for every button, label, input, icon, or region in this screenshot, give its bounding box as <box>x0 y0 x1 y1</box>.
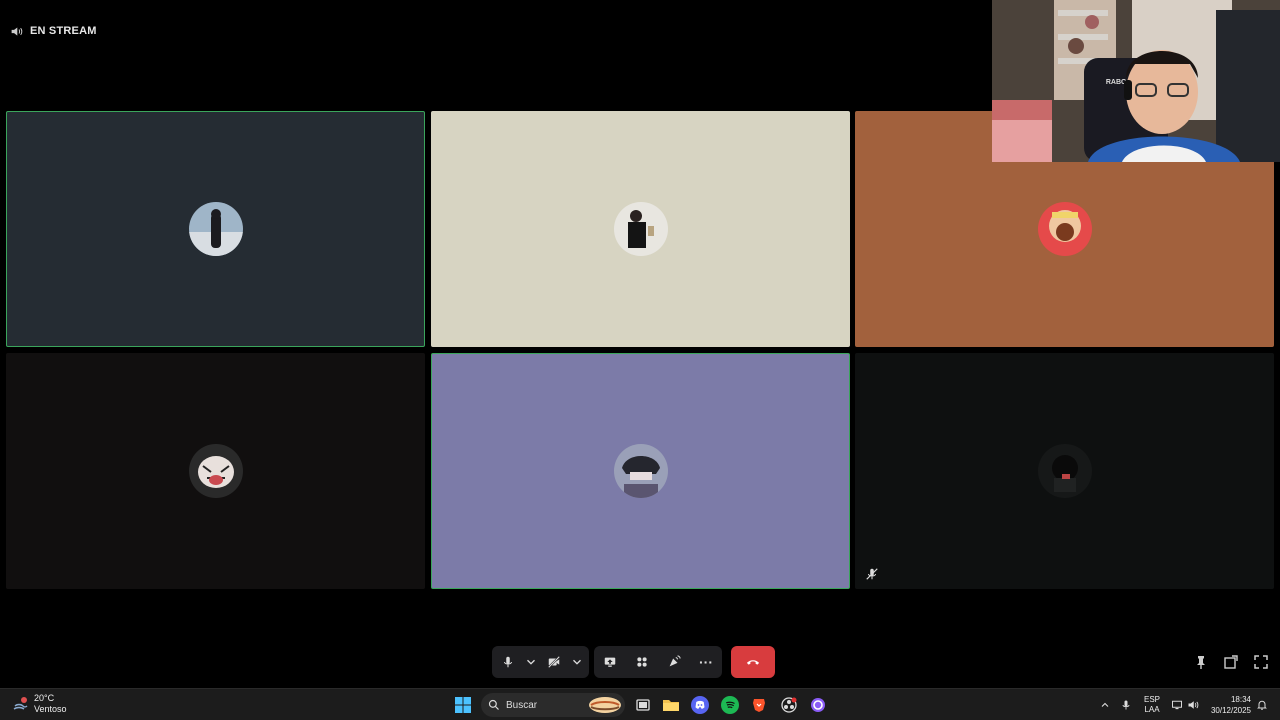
taskbar-search[interactable]: Buscar <box>481 693 625 717</box>
camera-off-icon <box>548 656 560 668</box>
start-button[interactable] <box>454 696 472 714</box>
mic-button[interactable] <box>492 646 524 678</box>
chevron-down-icon <box>573 659 581 665</box>
search-placeholder: Buscar <box>506 699 538 711</box>
weather-widget[interactable]: 20°C Ventoso <box>12 693 67 715</box>
bell-icon <box>1257 700 1267 710</box>
participant-tile-4[interactable] <box>6 353 425 589</box>
screen-share-icon <box>604 657 616 667</box>
task-view-button[interactable] <box>634 696 652 714</box>
chevron-down-icon <box>527 659 535 665</box>
volume-button[interactable] <box>1184 696 1202 714</box>
app-button[interactable] <box>809 696 827 714</box>
popout-button[interactable] <box>1223 654 1239 670</box>
camera-button[interactable] <box>538 646 570 678</box>
view-controls <box>1193 654 1269 670</box>
activities-button[interactable] <box>626 646 658 678</box>
tray-mic-button[interactable] <box>1117 696 1135 714</box>
hang-up-icon <box>746 660 760 665</box>
participant-tile-6[interactable] <box>855 353 1274 589</box>
weather-desc: Ventoso <box>34 704 67 714</box>
speaker-icon <box>11 26 23 36</box>
circle-app-icon <box>811 698 825 712</box>
stream-label-text: EN STREAM <box>30 25 97 37</box>
camera-options-button[interactable] <box>570 646 584 678</box>
network-icon <box>1172 700 1182 710</box>
participant-avatar <box>188 202 243 256</box>
windows-icon <box>455 697 471 713</box>
participant-avatar <box>613 444 668 498</box>
participant-tile-2[interactable] <box>431 111 850 347</box>
discord-icon <box>695 700 705 709</box>
webcam-overlay: RABOATIET <box>992 0 1280 162</box>
weather-temp: 20°C <box>34 693 55 703</box>
language-indicator[interactable]: ESP LAA <box>1144 695 1160 715</box>
search-icon <box>488 699 499 710</box>
fullscreen-icon <box>1254 655 1268 669</box>
obs-icon <box>781 697 797 713</box>
clock-date: 30/12/2025 <box>1210 706 1251 715</box>
chevron-up-icon <box>1101 702 1109 707</box>
leave-call-button[interactable] <box>731 646 775 678</box>
pin-icon <box>1197 656 1205 669</box>
weather-icon <box>13 697 28 710</box>
more-options-button[interactable]: ··· <box>690 646 722 678</box>
discord-button[interactable] <box>691 696 709 714</box>
call-controls-right: ··· <box>594 646 722 678</box>
search-highlight-icon <box>589 697 621 713</box>
file-explorer-button[interactable] <box>662 696 680 714</box>
activities-icon <box>637 657 647 667</box>
call-controls-left <box>492 646 589 678</box>
spotify-icon <box>726 701 735 709</box>
more-icon: ··· <box>699 654 713 670</box>
microphone-icon <box>503 656 513 668</box>
task-view-icon <box>636 699 650 711</box>
tray-overflow-button[interactable] <box>1096 696 1114 714</box>
mic-options-button[interactable] <box>524 646 538 678</box>
microphone-icon <box>1122 700 1130 710</box>
participant-avatar <box>613 202 668 256</box>
notifications-button[interactable] <box>1253 696 1271 714</box>
soundboard-icon <box>669 655 681 667</box>
volume-icon <box>1188 701 1199 709</box>
folder-icon <box>663 700 679 711</box>
participant-tile-5[interactable] <box>431 353 850 589</box>
pin-button[interactable] <box>1193 654 1209 670</box>
participant-tile-1[interactable] <box>6 111 425 347</box>
stream-status: EN STREAM <box>10 22 97 40</box>
windows-taskbar: 20°C Ventoso Buscar ESP LAA 18:34 30/12/… <box>0 688 1280 720</box>
system-clock[interactable]: 18:34 30/12/2025 <box>1205 694 1251 716</box>
participant-avatar <box>1037 444 1092 498</box>
clock-time: 18:34 <box>1230 695 1251 704</box>
obs-button[interactable] <box>780 696 798 714</box>
soundboard-button[interactable] <box>658 646 690 678</box>
brave-icon <box>753 699 765 712</box>
brave-browser-button[interactable] <box>750 696 768 714</box>
screen-share-button[interactable] <box>594 646 626 678</box>
participant-avatar <box>188 444 243 498</box>
fullscreen-button[interactable] <box>1253 654 1269 670</box>
participant-avatar <box>1037 202 1092 256</box>
muted-mic-icon <box>866 568 878 580</box>
popout-icon <box>1224 655 1238 669</box>
spotify-button[interactable] <box>721 696 739 714</box>
